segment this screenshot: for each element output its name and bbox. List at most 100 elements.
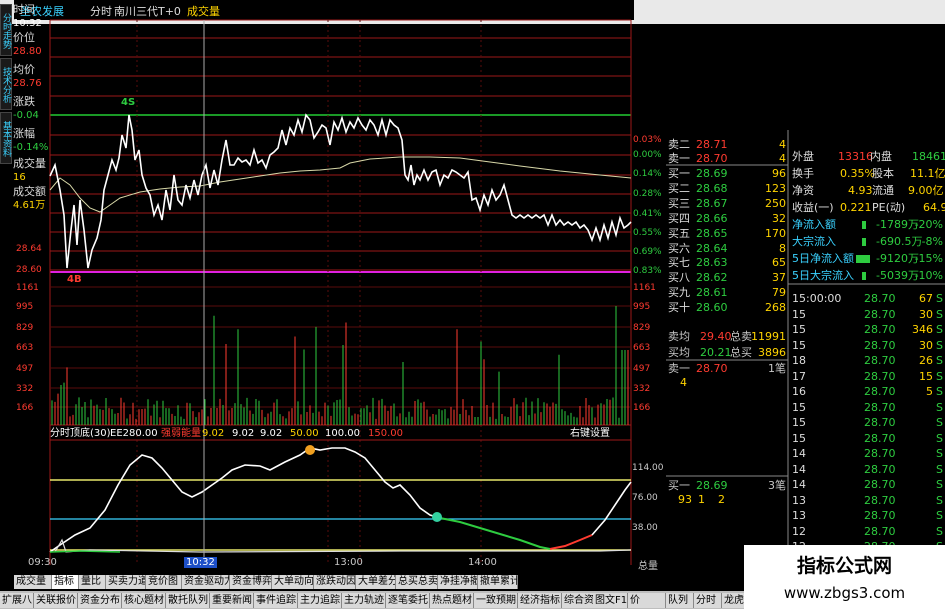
- order-book-row[interactable]: 卖一 28.70 4: [666, 152, 788, 166]
- function-tab[interactable]: 重要新闻: [210, 593, 254, 608]
- function-tab[interactable]: 散托队列: [166, 593, 210, 608]
- flow-row: 净流入额 -1789万 -20%: [790, 216, 945, 233]
- order-book-row[interactable]: 买一 28.69 96: [666, 167, 788, 181]
- order-level-label: 买六: [668, 241, 690, 255]
- time-1300: 13:00: [334, 557, 363, 568]
- tick-price: 28.70: [864, 323, 896, 336]
- netassets-label: 净资: [792, 184, 814, 197]
- order-book-row[interactable]: 买七 28.63 65: [666, 256, 788, 270]
- indicator-green-base: [49, 550, 121, 553]
- function-tab[interactable]: 扩展八: [0, 593, 34, 608]
- flow-row: 5日大宗流入 -5039万 -10%: [790, 267, 945, 284]
- flow-row: 5日净流入额 -9120万 -15%: [790, 250, 945, 267]
- order-book-row[interactable]: 买六 28.64 8: [666, 242, 788, 256]
- buy-total: 3896: [758, 346, 786, 359]
- order-book-row[interactable]: 卖二 28.71 4: [666, 138, 788, 152]
- indicator-tab[interactable]: 成交量: [14, 575, 52, 589]
- order-book-row[interactable]: 买九 28.61 79: [666, 286, 788, 300]
- function-tab[interactable]: 主力追踪: [298, 593, 342, 608]
- sell1-queue-row[interactable]: 卖一 28.70 1笔: [666, 362, 788, 376]
- order-level-label: 买四: [668, 211, 690, 225]
- info-row: 外盘 13316 内盘 18461: [790, 148, 945, 165]
- indicator-green-line: [439, 517, 551, 550]
- volume-tick-left: 663: [16, 343, 34, 353]
- function-tab[interactable]: 经济指标: [518, 593, 562, 608]
- pe-label: PE(动): [872, 201, 906, 214]
- indicator-tab[interactable]: 买卖力道: [106, 575, 146, 589]
- tick-price: 28.70: [864, 493, 896, 507]
- volume-tick-right: 166: [633, 403, 651, 413]
- tick-price: 28.70: [864, 509, 896, 522]
- tick-row: 15 28.70 30 S: [790, 338, 945, 353]
- function-tab[interactable]: 热点题材: [430, 593, 474, 608]
- indicator-tab[interactable]: 大单动向: [272, 575, 314, 589]
- right-tab[interactable]: 队列: [666, 593, 694, 608]
- function-tab[interactable]: 关联报价: [34, 593, 78, 608]
- order-volume: 65: [772, 256, 786, 270]
- order-book-row[interactable]: 买三 28.67 250: [666, 197, 788, 211]
- order-book-row[interactable]: 买五 28.65 170: [666, 227, 788, 241]
- order-volume: 250: [765, 196, 786, 210]
- indicator-title[interactable]: 分时顶底(30): [50, 427, 111, 440]
- function-tab[interactable]: 资金分布: [78, 593, 122, 608]
- order-book-row[interactable]: 买十 28.60 268: [666, 301, 788, 315]
- sell-total: 11991: [751, 330, 786, 343]
- tick-price: 28.70: [864, 400, 896, 414]
- order-level-label: 卖二: [668, 138, 690, 151]
- order-book-row[interactable]: 买八 28.62 37: [666, 271, 788, 285]
- indicator-tab[interactable]: 竞价图: [146, 575, 182, 589]
- settings-button[interactable]: 右键设置: [570, 427, 610, 440]
- tick-row: 15 28.70 S: [790, 431, 945, 446]
- order-book-row[interactable]: 买四 28.66 32: [666, 212, 788, 226]
- tick-price: 28.70: [864, 416, 896, 429]
- tick-time: 15: [792, 323, 806, 336]
- right-tab[interactable]: 图文F10: [593, 593, 628, 608]
- tick-side: S: [936, 385, 943, 398]
- tick-row: 17 28.70 15 S: [790, 369, 945, 384]
- function-tab[interactable]: 核心题材: [122, 593, 166, 608]
- buy-total-label: 总买: [730, 346, 752, 359]
- function-tab[interactable]: 逐笔委托: [386, 593, 430, 608]
- indicator-tab[interactable]: 资金博弈: [230, 575, 272, 589]
- order-price: 28.60: [696, 301, 728, 315]
- indicator-tab[interactable]: 涨跌动因: [314, 575, 356, 589]
- tick-row: 15 28.70 30 S: [790, 307, 945, 322]
- tick-time: 13: [792, 493, 806, 507]
- function-tab[interactable]: 一致预期: [474, 593, 518, 608]
- buy1-queue-row[interactable]: 买一 28.69 3笔: [666, 479, 788, 493]
- high-marker: 4S: [121, 97, 136, 108]
- order-level-label: 买二: [668, 181, 690, 195]
- indicator-tab[interactable]: 总买总卖: [396, 575, 438, 589]
- volume-tick-right: 995: [633, 302, 651, 312]
- flow-bar: [862, 221, 866, 229]
- tick-time: 12: [792, 524, 806, 538]
- volume-tick-left: 166: [16, 403, 34, 413]
- flow-label: 大宗流入: [792, 235, 836, 248]
- flow-label: 5日大宗流入: [792, 269, 854, 282]
- tick-side: S: [936, 354, 943, 367]
- function-tab[interactable]: 事件追踪: [254, 593, 298, 608]
- float-label: 流通: [872, 184, 894, 197]
- tick-row: 15 28.70 S: [790, 400, 945, 415]
- indicator-tab[interactable]: 净挂净撤: [438, 575, 478, 589]
- indicator-tab[interactable]: 资金驱动力: [182, 575, 230, 589]
- right-tab[interactable]: 分时: [694, 593, 722, 608]
- tick-side: S: [936, 524, 943, 538]
- function-tab[interactable]: 主力轨迹: [342, 593, 386, 608]
- tick-row: 12 28.70 S: [790, 524, 945, 539]
- indicator-tab[interactable]: 量比: [79, 575, 106, 589]
- indicator-header: 分时顶底(30) EE2 80.00 强弱能量 9.02 9.02 9.02 5…: [50, 427, 632, 440]
- right-tab[interactable]: 价: [628, 593, 666, 608]
- indicator-tab[interactable]: 撤单累计: [478, 575, 518, 589]
- volume-tick-left: 829: [16, 323, 34, 333]
- order-level-label: 买五: [668, 226, 690, 240]
- indicator-tab[interactable]: 大单差分: [356, 575, 396, 589]
- pct-tick-right: 0.00%: [633, 150, 662, 160]
- indicator-tab[interactable]: 指标: [52, 575, 79, 589]
- tick-row: 15:00:00 28.70 67 S: [790, 291, 945, 306]
- order-book-row[interactable]: 买二 28.68 123: [666, 182, 788, 196]
- tick-price: 28.70: [864, 447, 896, 460]
- tick-price: 28.70: [864, 385, 896, 398]
- order-volume: 4: [779, 138, 786, 151]
- outer-label: 外盘: [792, 150, 814, 163]
